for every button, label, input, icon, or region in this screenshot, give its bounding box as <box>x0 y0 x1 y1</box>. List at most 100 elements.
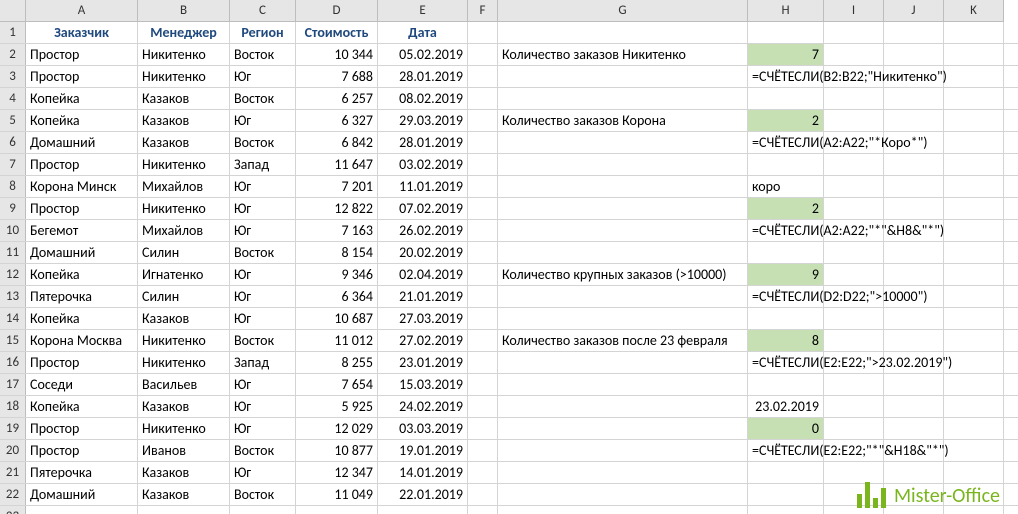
cell[interactable] <box>944 352 1004 373</box>
header-cell[interactable]: Дата <box>378 22 468 43</box>
cell[interactable] <box>824 44 884 65</box>
cell[interactable] <box>944 88 1004 109</box>
cell[interactable] <box>498 418 748 439</box>
cell[interactable]: 02.04.2019 <box>378 264 468 285</box>
cell[interactable]: Соседи <box>26 374 138 395</box>
cell[interactable]: 12 029 <box>296 418 378 439</box>
cell[interactable]: Игнатенко <box>138 264 230 285</box>
cell[interactable] <box>944 308 1004 329</box>
cell[interactable] <box>824 418 884 439</box>
rowhead[interactable]: 12 <box>0 264 26 285</box>
cell[interactable]: 29.03.2019 <box>378 110 468 131</box>
cell[interactable] <box>944 396 1004 417</box>
colhead-E[interactable]: E <box>378 0 468 22</box>
cell[interactable] <box>498 154 748 175</box>
cell[interactable]: 21.01.2019 <box>378 286 468 307</box>
cell[interactable] <box>468 396 498 417</box>
cell[interactable]: Корона Москва <box>26 330 138 351</box>
cell[interactable] <box>468 330 498 351</box>
cell[interactable]: Копейка <box>26 88 138 109</box>
rowhead[interactable]: 9 <box>0 198 26 219</box>
cell[interactable]: Никитенко <box>138 198 230 219</box>
cell[interactable]: =СЧЁТЕСЛИ(D2:D22;">10000") <box>748 286 824 307</box>
cell[interactable]: 24.02.2019 <box>378 396 468 417</box>
cell[interactable] <box>884 330 944 351</box>
cell[interactable] <box>230 506 296 514</box>
cell[interactable] <box>498 132 748 153</box>
cell[interactable] <box>468 418 498 439</box>
cell[interactable]: =СЧЁТЕСЛИ(E2:E22;">23.02.2019") <box>748 352 824 373</box>
rowhead[interactable]: 14 <box>0 308 26 329</box>
cell[interactable] <box>468 132 498 153</box>
cell[interactable]: 03.03.2019 <box>378 418 468 439</box>
cell[interactable]: 08.02.2019 <box>378 88 468 109</box>
cell[interactable]: Простор <box>26 418 138 439</box>
header-cell[interactable]: Стоимость <box>296 22 378 43</box>
cell[interactable]: Казаков <box>138 88 230 109</box>
cell[interactable]: Простор <box>26 352 138 373</box>
colhead-G[interactable]: G <box>498 0 748 22</box>
cell[interactable]: Юг <box>230 66 296 87</box>
cell[interactable] <box>824 264 884 285</box>
colhead-F[interactable]: F <box>468 0 498 22</box>
cell[interactable]: 03.02.2019 <box>378 154 468 175</box>
cell[interactable]: 10 344 <box>296 44 378 65</box>
cell[interactable]: Михайлов <box>138 220 230 241</box>
cell[interactable]: Казаков <box>138 308 230 329</box>
cell[interactable] <box>498 176 748 197</box>
cell[interactable] <box>498 198 748 219</box>
cell[interactable] <box>498 506 748 514</box>
cell[interactable] <box>884 242 944 263</box>
cell[interactable]: Простор <box>26 44 138 65</box>
cell[interactable] <box>884 154 944 175</box>
rowhead[interactable]: 3 <box>0 66 26 87</box>
cell[interactable] <box>944 330 1004 351</box>
cell[interactable] <box>498 66 748 87</box>
rowhead[interactable]: 10 <box>0 220 26 241</box>
colhead-I[interactable]: I <box>824 0 884 22</box>
cell[interactable]: Домашний <box>26 132 138 153</box>
rowhead[interactable]: 4 <box>0 88 26 109</box>
cell[interactable]: 11 049 <box>296 484 378 505</box>
cell[interactable]: Васильев <box>138 374 230 395</box>
cell[interactable] <box>944 22 1004 43</box>
cell[interactable]: Копейка <box>26 396 138 417</box>
cell[interactable] <box>824 396 884 417</box>
cell[interactable] <box>468 308 498 329</box>
cell[interactable]: Простор <box>26 66 138 87</box>
rowhead[interactable]: 21 <box>0 462 26 483</box>
cell[interactable]: 9 <box>748 264 824 285</box>
cell[interactable]: Количество заказов Корона <box>498 110 748 131</box>
cell[interactable]: Восток <box>230 242 296 263</box>
rowhead[interactable]: 7 <box>0 154 26 175</box>
cell[interactable]: Никитенко <box>138 66 230 87</box>
rowhead[interactable]: 6 <box>0 132 26 153</box>
cell[interactable]: 8 255 <box>296 352 378 373</box>
cell[interactable]: Восток <box>230 88 296 109</box>
cell[interactable] <box>748 484 824 505</box>
cell[interactable]: 12 822 <box>296 198 378 219</box>
cell[interactable] <box>824 308 884 329</box>
cell[interactable]: 28.01.2019 <box>378 66 468 87</box>
cell[interactable] <box>824 110 884 131</box>
cell[interactable]: Пятерочка <box>26 462 138 483</box>
cell[interactable]: Домашний <box>26 242 138 263</box>
cell[interactable] <box>748 374 824 395</box>
cell[interactable] <box>884 374 944 395</box>
cell[interactable] <box>498 396 748 417</box>
cell[interactable] <box>296 506 378 514</box>
rowhead-1[interactable]: 1 <box>0 22 26 43</box>
cell[interactable]: Простор <box>26 154 138 175</box>
cell[interactable]: 6 364 <box>296 286 378 307</box>
cell[interactable] <box>824 22 884 43</box>
cell[interactable] <box>468 484 498 505</box>
cell[interactable]: 14.01.2019 <box>378 462 468 483</box>
cell[interactable]: 5 925 <box>296 396 378 417</box>
rowhead[interactable]: 20 <box>0 440 26 461</box>
cell[interactable]: Казаков <box>138 462 230 483</box>
cell[interactable] <box>468 374 498 395</box>
cell[interactable] <box>944 264 1004 285</box>
cell[interactable]: Казаков <box>138 132 230 153</box>
cell[interactable]: 6 842 <box>296 132 378 153</box>
cell[interactable] <box>748 154 824 175</box>
